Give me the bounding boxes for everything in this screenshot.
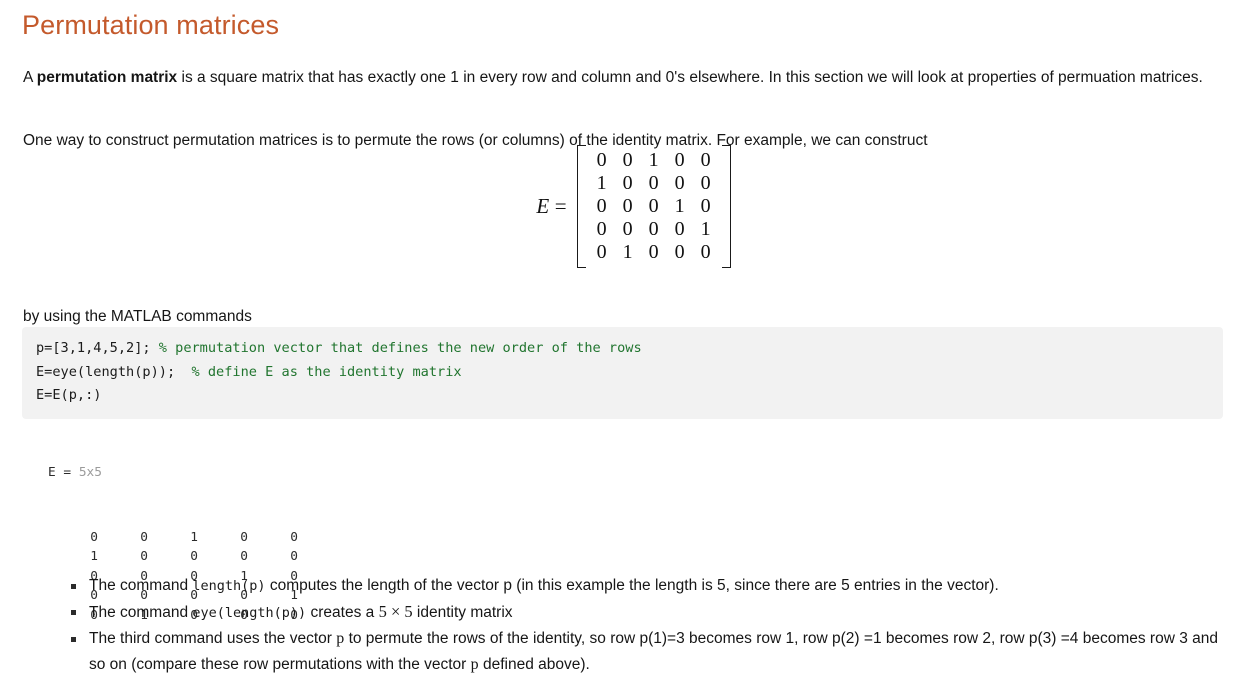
output-cell: 0: [140, 549, 148, 565]
intro-paragraph: A permutation matrix is a square matrix …: [23, 65, 1203, 91]
matrix-cell: 0: [596, 195, 607, 217]
matrix-cell: 0: [648, 172, 659, 194]
code-line-2-comment: % define E as the identity matrix: [191, 363, 462, 380]
explanation-list: The command length(p) computes the lengt…: [66, 573, 1226, 678]
bullet1-seg2: computes the length of the vector p (in …: [265, 577, 999, 594]
output-variable-size: 5x5: [78, 464, 102, 480]
output-cell: 0: [240, 530, 248, 546]
matrix-cell: 0: [622, 149, 633, 171]
output-cell: 1: [90, 549, 98, 565]
matrix-cell: 0: [596, 218, 607, 240]
matrix-cell: 0: [648, 195, 659, 217]
matrix-cell: 0: [700, 241, 711, 263]
bullet3-seg3: defined above).: [478, 656, 590, 673]
output-cell: 1: [190, 530, 198, 546]
matrix-cell: 0: [674, 218, 685, 240]
list-item: The command length(p) computes the lengt…: [66, 573, 1226, 599]
bullet2-code: eye(length(p)): [192, 605, 307, 621]
matrix-cell: 1: [648, 149, 659, 171]
matrix-cell: 0: [622, 172, 633, 194]
matrix-cell: 0: [700, 172, 711, 194]
matrix-grid: 0 0 1 0 0 1 0 0 0 0 0 0 0 1 0 0 0 0 0 1 …: [589, 149, 719, 264]
bullet2-seg2: creates a: [306, 604, 379, 621]
output-cell: 0: [290, 530, 298, 546]
bullet1-seg1: The command: [89, 577, 193, 594]
output-variable-header: E = 5x5: [48, 463, 298, 482]
list-item: The third command uses the vector p to p…: [66, 626, 1226, 678]
matrix-cell: 1: [700, 218, 711, 240]
matrix-row: 0 1 0 0 0: [589, 241, 719, 264]
output-row: 0 0 1 0 0: [48, 528, 298, 547]
matrix-cell: 1: [674, 195, 685, 217]
permutation-matrix: 0 0 1 0 0 1 0 0 0 0 0 0 0 1 0 0 0 0 0 1 …: [576, 145, 731, 268]
matrix-cell: 0: [596, 149, 607, 171]
matrix-cell: 1: [622, 241, 633, 263]
bullet2-seg1: The command: [89, 604, 193, 621]
output-cell: 0: [90, 530, 98, 546]
equation-lhs-label: E: [536, 194, 550, 218]
matrix-row: 1 0 0 0 0: [589, 172, 719, 195]
matrix-cell: 0: [700, 195, 711, 217]
matrix-cell: 0: [622, 218, 633, 240]
list-item: The command eye(length(p)) creates a 5 ×…: [66, 599, 1226, 626]
intro-bold-term: permutation matrix: [36, 68, 178, 86]
matlab-code-block[interactable]: p=[3,1,4,5,2]; % permutation vector that…: [22, 327, 1223, 419]
matrix-row: 0 0 1 0 0: [589, 149, 719, 172]
output-cell: 0: [140, 530, 148, 546]
code-line-2-code: E=eye(length(p));: [36, 363, 192, 380]
matrix-cell: 0: [674, 149, 685, 171]
bullet2-seg3: identity matrix: [412, 604, 513, 621]
intro-rest: is a square matrix that has exactly one …: [177, 68, 1203, 86]
bullet3-seg1: The third command uses the vector: [89, 630, 337, 647]
intro-lead: A: [23, 68, 37, 86]
matrix-cell: 0: [648, 241, 659, 263]
page-title: Permutation matrices: [22, 10, 280, 40]
matrix-cell: 0: [674, 241, 685, 263]
bullet3-var2: p: [470, 656, 479, 673]
matrix-cell: 0: [648, 218, 659, 240]
matrix-cell: 0: [700, 149, 711, 171]
output-row: 1 0 0 0 0: [48, 547, 298, 566]
matrix-cell: 1: [596, 172, 607, 194]
code-line-1-code: p=[3,1,4,5,2];: [36, 340, 159, 356]
equation-equals-sign: =: [554, 194, 567, 218]
bullet1-code: length(p): [192, 578, 266, 594]
matrix-row: 0 0 0 1 0: [589, 195, 719, 218]
output-cell: 0: [190, 549, 198, 565]
matlab-intro-paragraph: by using the MATLAB commands: [23, 307, 252, 325]
matrix-row: 0 0 0 0 1: [589, 218, 719, 241]
output-variable-name: E =: [48, 464, 79, 480]
code-line-1-comment: % permutation vector that defines the ne…: [158, 340, 642, 356]
matrix-cell: 0: [622, 195, 633, 217]
output-cell: 0: [290, 549, 298, 565]
bullet2-math: 5 × 5: [378, 602, 413, 621]
matrix-cell: 0: [674, 172, 685, 194]
output-cell: 0: [240, 549, 248, 565]
code-line-3-code: E=E(p,:): [36, 387, 102, 403]
matrix-equation: E = 0 0 1 0 0 1 0 0 0 0 0 0 0 1 0 0 0 0 …: [0, 145, 1247, 268]
matrix-cell: 0: [596, 241, 607, 263]
document-page: Permutation matrices A permutation matri…: [0, 0, 1247, 687]
